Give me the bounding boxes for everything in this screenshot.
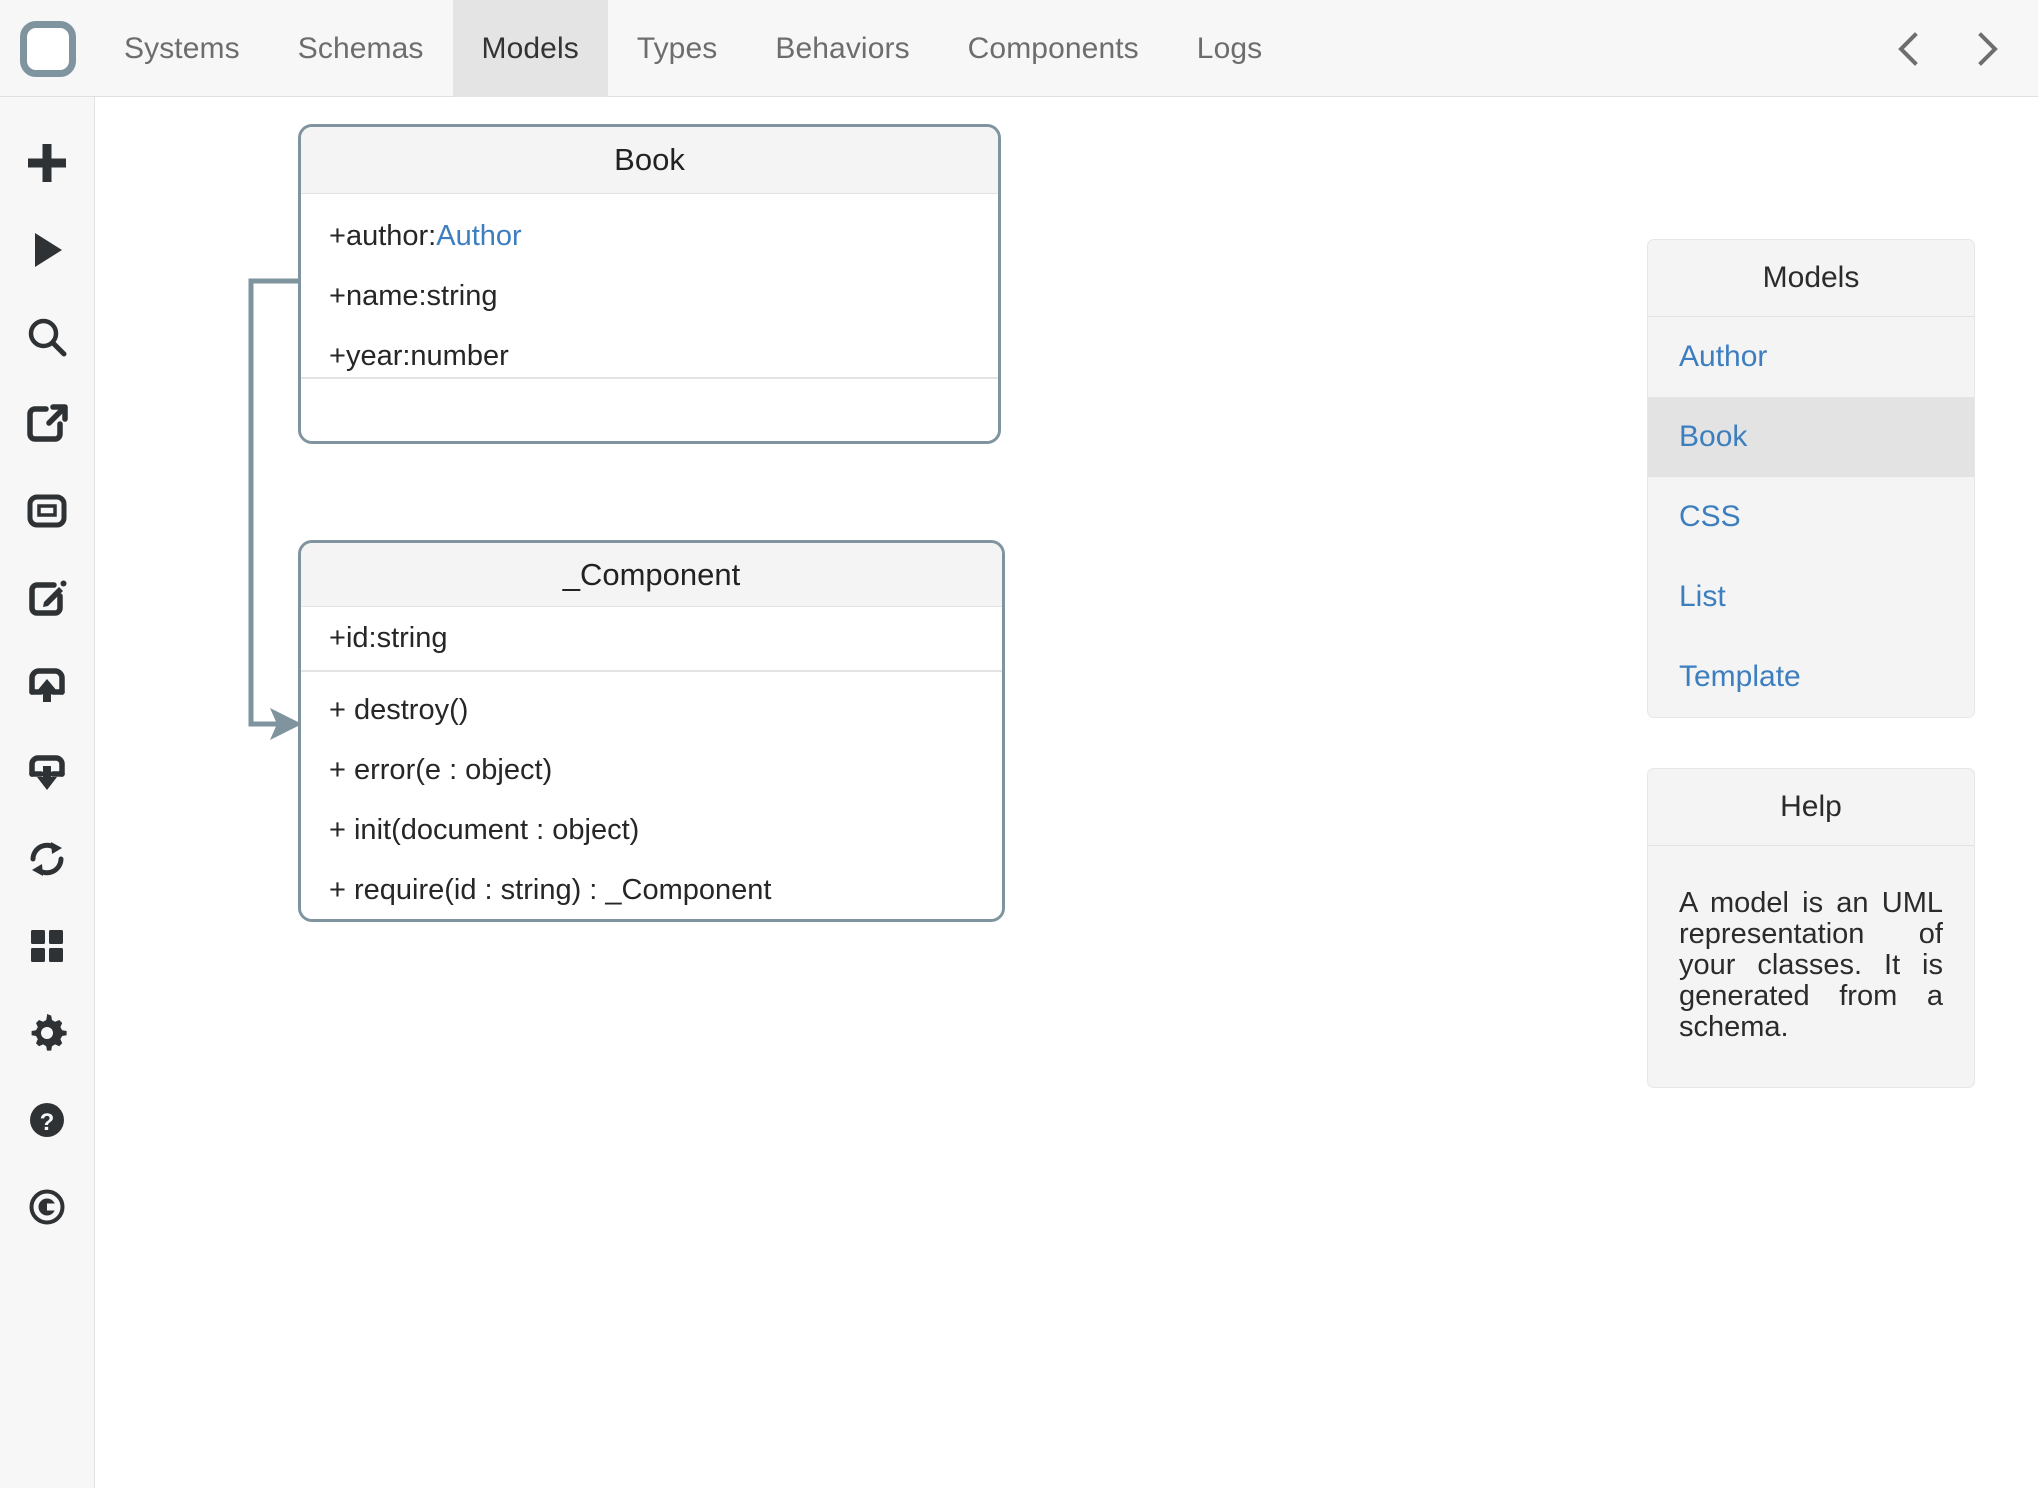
svg-text:?: ? xyxy=(40,1109,55,1136)
attribute-name: year xyxy=(345,339,403,372)
tab-types[interactable]: Types xyxy=(608,0,747,97)
attribute-text: + xyxy=(329,219,346,252)
uml-operation-row: + error(e : object) xyxy=(329,753,553,786)
uml-attribute-row: + name : string xyxy=(301,266,998,326)
tab-logs[interactable]: Logs xyxy=(1168,0,1291,97)
top-header: Systems Schemas Models Types Behaviors C… xyxy=(0,0,2038,97)
uml-attributes-section: + id : string xyxy=(301,607,1002,670)
model-list-item-template[interactable]: Template xyxy=(1648,637,1974,717)
model-list-item-list[interactable]: List xyxy=(1648,557,1974,637)
plus-icon[interactable] xyxy=(0,119,95,206)
uml-class-component[interactable]: _Component + id : string + destroy() + e… xyxy=(298,540,1005,922)
attribute-type: string xyxy=(426,279,498,312)
models-panel-title: Models xyxy=(1648,240,1974,317)
uml-class-book[interactable]: Book + author : Author + name : string +… xyxy=(298,124,1001,444)
attribute-name: id xyxy=(345,622,369,654)
help-panel: Help A model is an UML representation of… xyxy=(1647,768,1975,1089)
attribute-text: + xyxy=(329,622,346,654)
help-text: A model is an UML representation of your… xyxy=(1679,887,1943,1044)
tab-models[interactable]: Models xyxy=(452,0,608,97)
edit-square-icon[interactable] xyxy=(0,554,95,641)
uml-class-title: Book xyxy=(301,127,998,194)
model-list-item-author[interactable]: Author xyxy=(1648,317,1974,397)
play-icon[interactable] xyxy=(0,206,95,293)
grid-icon[interactable] xyxy=(0,902,95,989)
rounded-square-logo-icon xyxy=(19,20,76,77)
header-navigation xyxy=(1888,0,2038,97)
models-panel: Models Author Book CSS List Template xyxy=(1647,239,1975,718)
upload-icon[interactable] xyxy=(0,641,95,728)
app-logo[interactable] xyxy=(0,0,95,97)
uml-attribute-row: + author : Author xyxy=(301,206,998,266)
attribute-separator: : xyxy=(402,339,411,372)
attribute-text: + xyxy=(329,279,346,312)
help-circle-icon[interactable]: ? xyxy=(0,1076,95,1163)
copyright-icon[interactable] xyxy=(0,1163,95,1250)
attribute-text: + xyxy=(329,339,346,372)
chevron-left-icon[interactable] xyxy=(1888,29,1928,69)
search-icon[interactable] xyxy=(0,293,95,380)
attribute-separator: : xyxy=(428,219,437,252)
uml-operations-section: + destroy() + error(e : object) + init(d… xyxy=(301,670,1002,919)
models-list: Author Book CSS List Template xyxy=(1648,317,1974,717)
tab-behaviors[interactable]: Behaviors xyxy=(746,0,938,97)
external-link-icon[interactable] xyxy=(0,380,95,467)
attribute-type: number xyxy=(410,339,509,372)
attribute-separator: : xyxy=(418,279,427,312)
uml-operations-section xyxy=(301,377,998,441)
download-icon[interactable] xyxy=(0,728,95,815)
right-panel-column: Models Author Book CSS List Template Hel… xyxy=(1647,239,1975,1138)
model-list-item-css[interactable]: CSS xyxy=(1648,477,1974,557)
diagram-canvas[interactable]: Book + author : Author + name : string +… xyxy=(96,97,2038,1488)
uml-attributes-section: + author : Author + name : string + year… xyxy=(301,194,998,377)
main-tab-bar: Systems Schemas Models Types Behaviors C… xyxy=(95,0,1291,97)
attribute-name: author xyxy=(345,219,429,252)
help-panel-body: A model is an UML representation of your… xyxy=(1648,846,1974,1087)
chevron-right-icon[interactable] xyxy=(1968,29,2008,69)
window-icon[interactable] xyxy=(0,467,95,554)
model-list-item-book[interactable]: Book xyxy=(1648,397,1974,477)
refresh-icon[interactable] xyxy=(0,815,95,902)
uml-attribute-row: + id : string xyxy=(301,607,1002,670)
left-icon-rail: ? xyxy=(0,97,95,1488)
attribute-type: string xyxy=(376,622,448,654)
attribute-separator: : xyxy=(368,622,377,654)
uml-operation-row: + init(document : object) xyxy=(329,813,640,846)
tab-components[interactable]: Components xyxy=(939,0,1168,97)
tab-schemas[interactable]: Schemas xyxy=(269,0,453,97)
attribute-name: name xyxy=(345,279,419,312)
gear-icon[interactable] xyxy=(0,989,95,1076)
uml-class-title: _Component xyxy=(301,543,1002,607)
attribute-type-link-author[interactable]: Author xyxy=(436,220,521,253)
tab-systems[interactable]: Systems xyxy=(95,0,269,97)
help-panel-title: Help xyxy=(1648,769,1974,846)
uml-operation-row: + require(id : string) : _Component xyxy=(329,873,772,906)
uml-operation-row: + destroy() xyxy=(329,693,469,726)
app-root: Systems Schemas Models Types Behaviors C… xyxy=(0,0,2038,1488)
